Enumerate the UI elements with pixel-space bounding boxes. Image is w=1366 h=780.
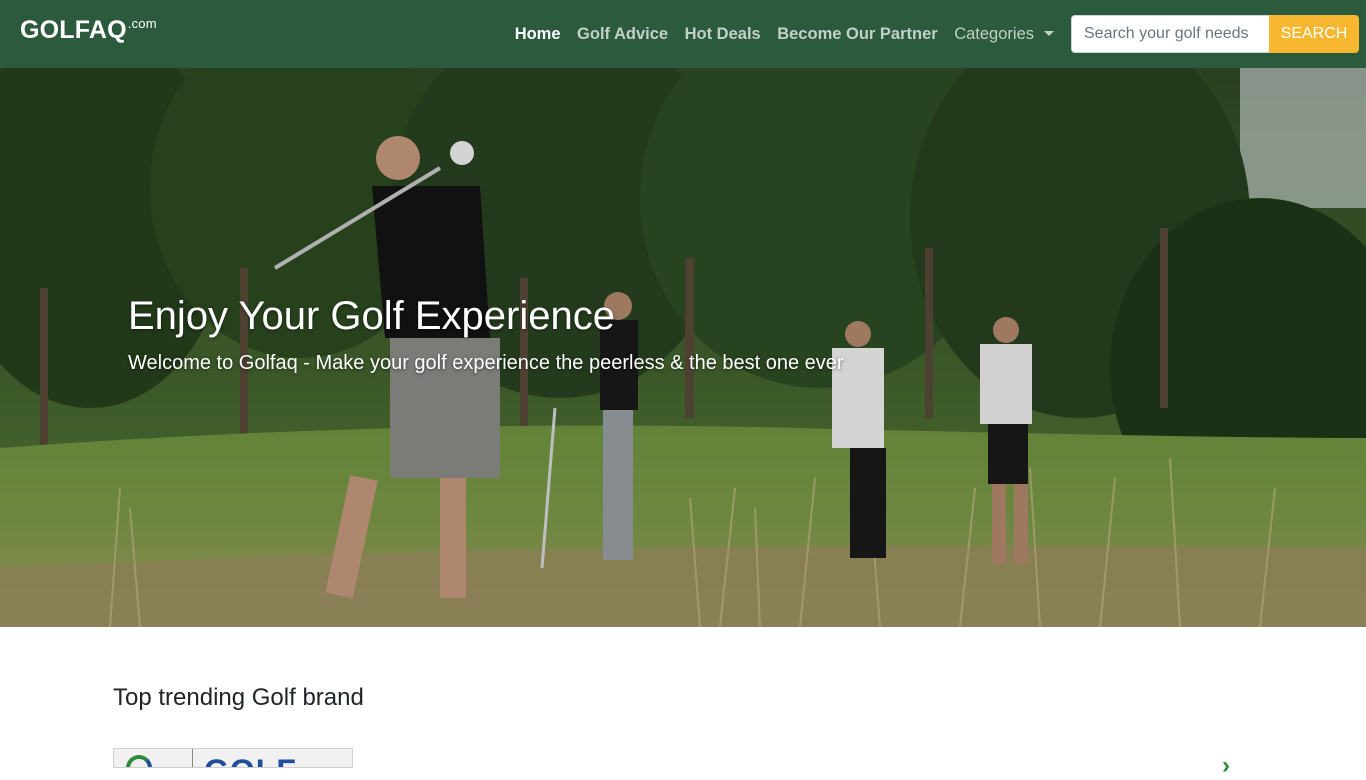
brand-name: GOLFAQ — [20, 16, 127, 44]
brand-logo-text: GOLF — [204, 753, 297, 767]
brand-logo-divider — [192, 749, 193, 767]
hero-banner: Enjoy Your Golf Experience Welcome to Go… — [0, 68, 1366, 627]
chevron-down-icon — [1044, 30, 1054, 36]
search-input[interactable] — [1071, 15, 1269, 53]
nav-links: Home Golf Advice Hot Deals Become Our Pa… — [498, 0, 1054, 68]
brand-tld: .com — [127, 16, 157, 31]
nav-link-golf-advice[interactable]: Golf Advice — [577, 25, 668, 44]
brand-logo-icon — [126, 755, 152, 767]
nav-dropdown-categories[interactable]: Categories — [954, 25, 1054, 44]
top-navbar: GOLFAQ.com Home Golf Advice Hot Deals Be… — [0, 0, 1366, 68]
brand-card[interactable]: GOLF — [113, 748, 353, 768]
search-button[interactable]: SEARCH — [1269, 15, 1359, 53]
hero-subtitle: Welcome to Golfaq - Make your golf exper… — [128, 352, 844, 374]
trending-section-title: Top trending Golf brand — [113, 684, 364, 711]
nav-link-become-partner[interactable]: Become Our Partner — [777, 25, 937, 44]
nav-link-hot-deals[interactable]: Hot Deals — [685, 25, 761, 44]
brand-logo[interactable]: GOLFAQ.com — [20, 16, 157, 44]
chevron-right-icon[interactable]: › — [1222, 752, 1230, 780]
hero-background-image — [0, 68, 1366, 627]
search-form: SEARCH — [1071, 15, 1359, 53]
categories-label: Categories — [954, 24, 1034, 43]
nav-link-home[interactable]: Home — [515, 25, 561, 44]
hero-title: Enjoy Your Golf Experience — [128, 294, 615, 338]
